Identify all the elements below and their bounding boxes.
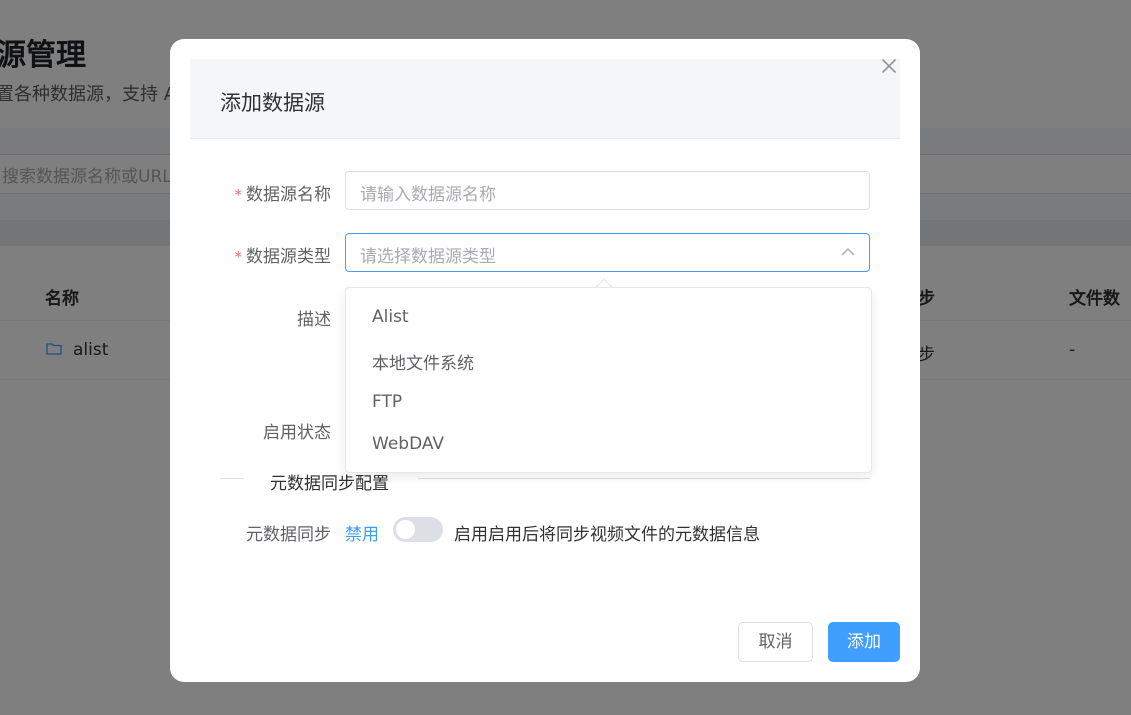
label-metadata-sync: 元数据同步 (246, 525, 331, 545)
datasource-type-select[interactable]: 请选择数据源类型 (345, 233, 870, 272)
type-dropdown-menu: Alist 本地文件系统 FTP WebDAV (345, 287, 872, 473)
required-mark: * (234, 186, 243, 204)
sync-status-text: 禁用 (345, 525, 379, 545)
label-name: * 数据源名称 (234, 185, 332, 205)
dropdown-option-ftp[interactable]: FTP (372, 392, 402, 412)
datasource-name-input[interactable]: 请输入数据源名称 (345, 171, 870, 210)
toggle-knob (396, 520, 415, 539)
label-enabled: 启用状态 (263, 423, 331, 443)
dropdown-option-webdav[interactable]: WebDAV (372, 434, 444, 454)
name-placeholder: 请输入数据源名称 (360, 185, 496, 205)
metadata-sync-hint: 启用启用后将同步视频文件的元数据信息 (454, 525, 760, 545)
dropdown-option-local-fs[interactable]: 本地文件系统 (372, 349, 474, 374)
dialog-header: 添加数据源 (190, 59, 900, 139)
section-divider-left (220, 478, 244, 479)
label-description: 描述 (297, 310, 331, 330)
section-divider-right (418, 478, 870, 479)
dialog-title: 添加数据源 (220, 91, 325, 115)
add-datasource-dialog: 添加数据源 * 数据源名称 请输入数据源名称 * 数据源类型 请选择数据源类型 描述… (170, 39, 920, 682)
cancel-button[interactable]: 取消 (738, 622, 813, 662)
close-icon[interactable] (880, 57, 898, 75)
label-type: * 数据源类型 (234, 247, 332, 267)
dropdown-option-alist[interactable]: Alist (372, 307, 409, 327)
type-placeholder: 请选择数据源类型 (360, 247, 496, 267)
metadata-sync-toggle[interactable] (393, 517, 443, 542)
add-button[interactable]: 添加 (828, 622, 900, 662)
chevron-up-icon[interactable] (841, 247, 855, 256)
required-mark: * (234, 248, 243, 266)
